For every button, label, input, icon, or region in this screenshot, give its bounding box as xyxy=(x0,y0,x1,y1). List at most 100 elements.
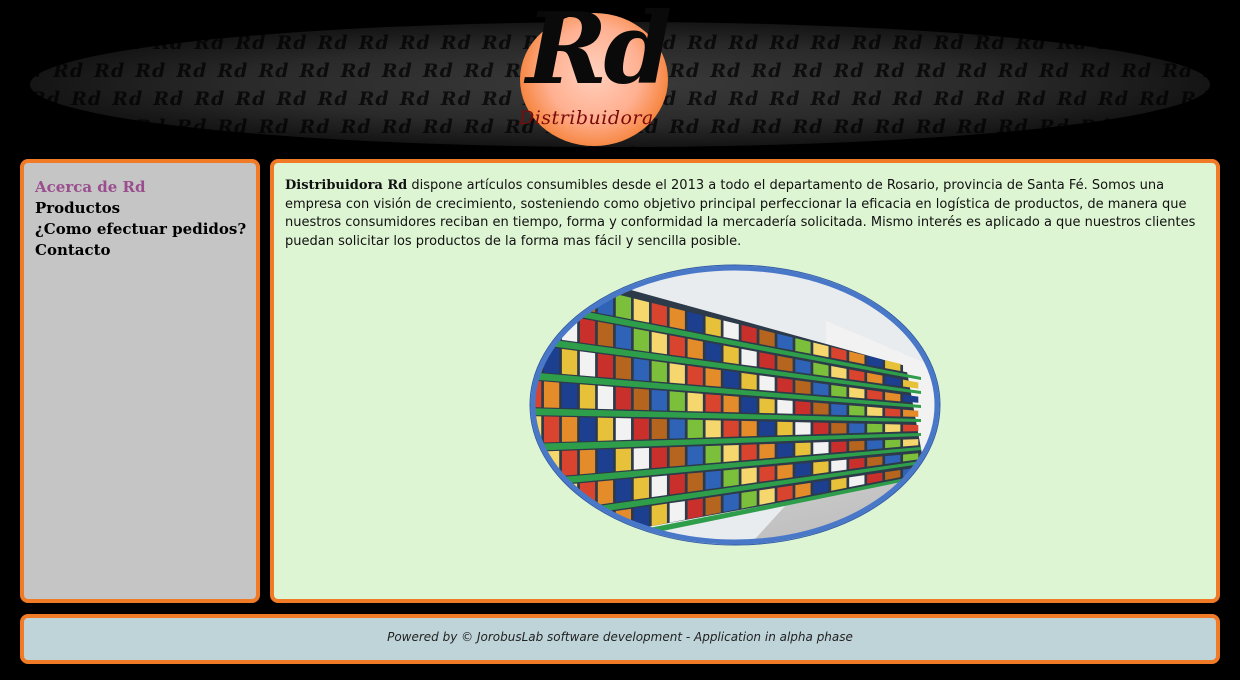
shelf-product xyxy=(867,440,883,450)
shelf-product xyxy=(669,307,685,330)
shelf-product xyxy=(705,470,721,490)
shelf-product xyxy=(849,405,865,416)
shelf-product xyxy=(777,421,793,436)
shelf-product xyxy=(795,401,811,415)
shelf-product xyxy=(741,420,757,437)
shelf-product xyxy=(759,398,775,414)
shelf-product xyxy=(795,442,811,456)
shelf-product xyxy=(705,342,721,362)
shelf-product xyxy=(597,385,614,410)
shelf-product xyxy=(633,418,649,440)
shelf-product xyxy=(669,391,685,412)
shelf-product xyxy=(813,402,829,415)
shelf-product xyxy=(579,514,596,541)
shelf-product xyxy=(705,368,721,387)
shelf-product xyxy=(651,475,667,498)
shelf-product xyxy=(579,351,596,377)
shelf-product xyxy=(543,519,560,542)
shelf-product xyxy=(561,348,578,376)
shelf-product xyxy=(777,399,793,414)
shelf-product xyxy=(723,444,739,462)
shelf-product xyxy=(579,318,596,345)
shelf-product xyxy=(741,467,757,485)
shelf-product xyxy=(741,490,757,509)
shelf-product xyxy=(831,422,847,434)
shelf-product xyxy=(813,442,829,455)
shelf-product xyxy=(723,395,739,413)
shelf-product xyxy=(533,272,542,302)
shelf-product xyxy=(615,448,632,472)
shelf-product xyxy=(795,422,811,435)
distribuidora-rd-logo[interactable]: Rd Distribuidora xyxy=(518,1,672,148)
shelf-product xyxy=(633,477,649,500)
shelf-product xyxy=(651,503,667,527)
shelf-product xyxy=(597,417,614,441)
shelf-product xyxy=(885,439,901,449)
shelf-product xyxy=(579,449,596,475)
shelf-product xyxy=(533,486,542,515)
sidebar-item-productos[interactable]: Productos xyxy=(35,198,256,219)
shelf-product xyxy=(777,377,793,393)
shelf-product xyxy=(633,447,649,470)
shelf-product xyxy=(759,421,775,436)
shelf-product xyxy=(561,382,578,409)
shelf-product xyxy=(777,464,793,480)
shelf-product xyxy=(561,280,578,309)
shelf-product xyxy=(615,418,632,441)
shelf-product xyxy=(741,396,757,413)
shelf-product xyxy=(687,392,703,412)
shelf-product xyxy=(687,311,703,334)
shelf-product xyxy=(597,353,614,379)
supermarket-shelves-image xyxy=(529,264,941,546)
shelf-product xyxy=(651,331,667,355)
shelf-product xyxy=(885,408,901,417)
sidebar-item-contacto[interactable]: Contacto xyxy=(35,240,256,261)
shelf-product xyxy=(831,441,847,453)
shelf-product xyxy=(849,423,865,434)
shelf-product xyxy=(669,419,685,439)
shelf-product xyxy=(543,485,560,513)
shelf-product xyxy=(543,381,560,408)
shelf-product xyxy=(543,416,560,443)
company-name: Distribuidora Rd xyxy=(285,178,408,193)
shelf-product xyxy=(533,451,542,479)
shelf-product xyxy=(903,409,919,417)
shelf-product xyxy=(651,418,667,440)
shelf-product xyxy=(849,440,865,452)
logo-rd-text: Rd xyxy=(526,0,672,107)
intro-paragraph: Distribuidora Rd dispone artículos consu… xyxy=(285,177,1205,251)
shelf-product xyxy=(831,403,847,416)
shelf-product xyxy=(633,328,649,352)
shelf-product xyxy=(597,321,614,347)
intro-text: dispone artículos consumibles desde el 2… xyxy=(285,178,1196,249)
shelf-product xyxy=(903,424,919,432)
shelf-product xyxy=(705,394,721,412)
shelf-product xyxy=(633,298,649,323)
footer-credits: Powered by © JorobusLab software develop… xyxy=(387,630,853,644)
shelf-product xyxy=(759,465,775,482)
shelf-product xyxy=(723,345,739,365)
shelf-product xyxy=(579,384,596,409)
sidebar-item-acerca-de-rd[interactable]: Acerca de Rd xyxy=(35,177,256,198)
shelf-product xyxy=(651,360,667,383)
shelf-product xyxy=(723,469,739,487)
shelf-product xyxy=(813,382,829,396)
page: Rd Rd Rd Rd Rd Rd Rd Rd Rd Rd Rd Rd Rd Rd Rd Rd Rd Rd Rd Rd… xyxy=(0,0,1240,680)
shelf-product xyxy=(615,325,632,350)
sidebar: Acerca de Rd Productos ¿Como efectuar pe… xyxy=(20,159,260,603)
shelf-product xyxy=(669,501,685,523)
shelf-product xyxy=(759,375,775,392)
shelf-product xyxy=(561,516,578,542)
shelf-product xyxy=(723,493,739,512)
shelf-product xyxy=(687,472,703,493)
shelf-product xyxy=(795,462,811,477)
sidebar-item-como-efectuar-pedidos[interactable]: ¿Como efectuar pedidos? xyxy=(35,219,256,240)
shelf-product xyxy=(669,335,685,357)
shelf-product xyxy=(867,423,883,433)
shelf-product xyxy=(651,447,667,469)
shelf-product xyxy=(533,308,542,338)
shelf-product xyxy=(723,370,739,389)
shelf-product xyxy=(741,444,757,461)
shelf-product xyxy=(687,365,703,386)
shelf-product xyxy=(651,302,667,327)
